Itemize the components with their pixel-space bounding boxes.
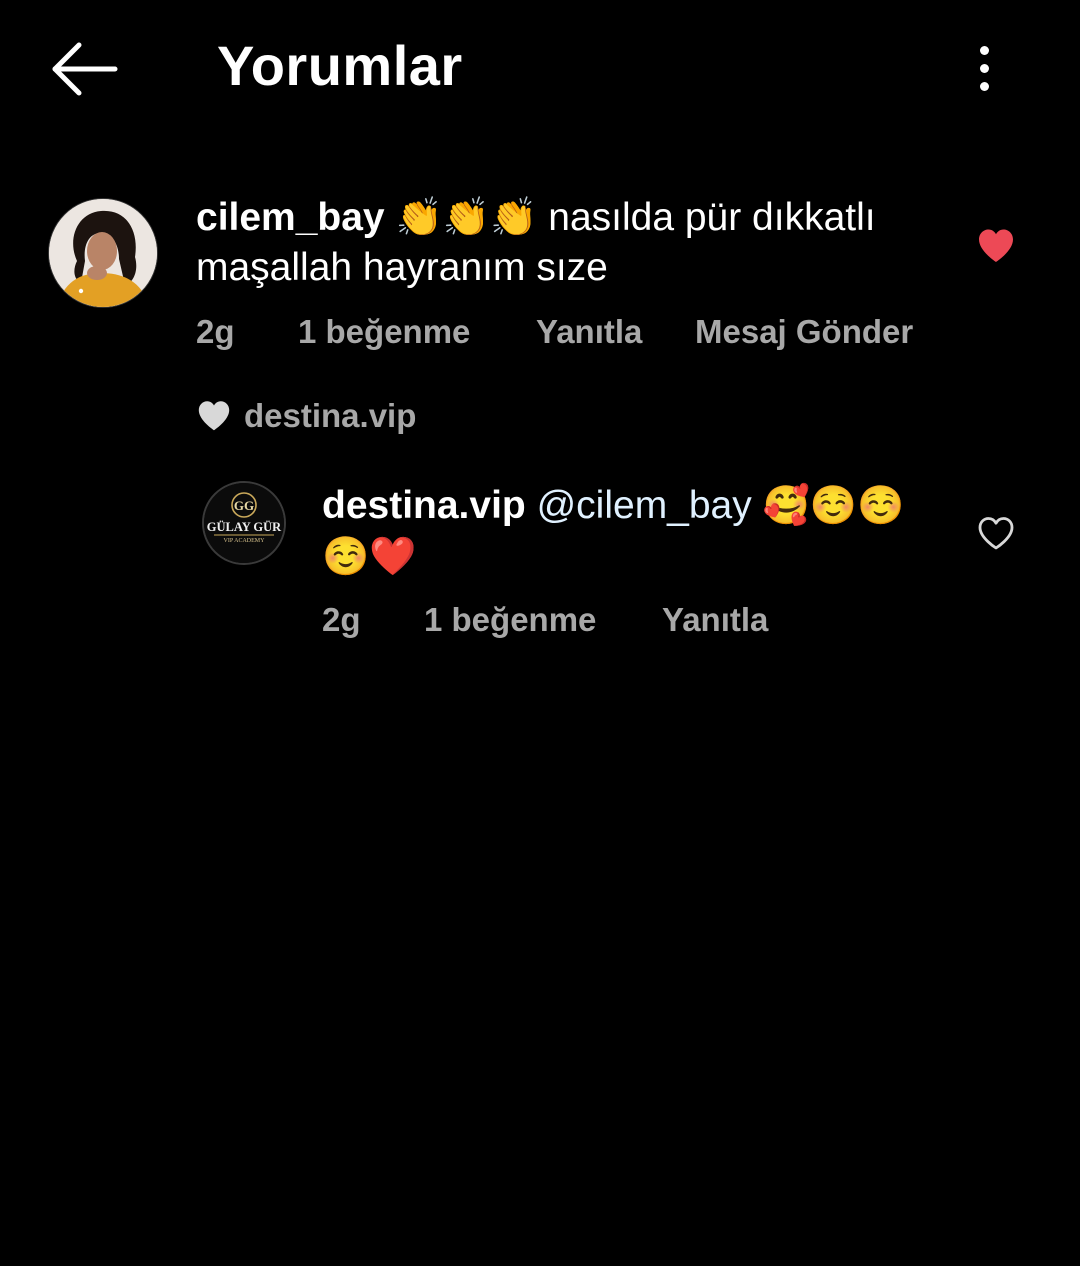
- logo-brand-text: GÜLAY GÜR: [207, 520, 282, 534]
- send-message-button[interactable]: Mesaj Gönder: [695, 312, 913, 352]
- comment-meta: 2g 1 beğenme Yanıtla Mesaj Gönder: [196, 312, 996, 352]
- back-button[interactable]: [44, 36, 124, 102]
- comment-time: 2g: [196, 313, 235, 350]
- heart-icon: [198, 401, 230, 431]
- comment-body: cilem_bay 👏👏👏 nasılda pür dıkkatlı maşal…: [196, 192, 956, 293]
- arrow-left-icon: [52, 42, 118, 96]
- reply-like-button[interactable]: [976, 514, 1016, 554]
- liked-by-username[interactable]: destina.vip: [244, 397, 416, 435]
- avatar-cilem-bay[interactable]: [48, 198, 158, 308]
- more-dot: [979, 63, 989, 73]
- reply-mention[interactable]: @cilem_bay: [537, 484, 752, 527]
- liked-by-author: destina.vip: [196, 396, 416, 436]
- comment-reply-button[interactable]: Yanıtla: [536, 312, 642, 352]
- reply-username[interactable]: destina.vip: [322, 484, 526, 527]
- comment-likes-count[interactable]: 1 beğenme: [298, 312, 470, 352]
- comment-username[interactable]: cilem_bay: [196, 196, 385, 239]
- logo-monogram: GG: [234, 498, 254, 513]
- reply-time: 2g: [322, 601, 361, 638]
- reply-body: destina.vip @cilem_bay 🥰☺️☺️☺️❤️: [322, 480, 942, 582]
- comment-emojis: 👏👏👏: [395, 195, 538, 239]
- heart-outline-icon: [978, 517, 1014, 550]
- more-vertical-icon: [979, 45, 989, 55]
- header-bar: Yorumlar: [0, 0, 1080, 140]
- reply-reply-button[interactable]: Yanıtla: [662, 600, 768, 640]
- heart-filled-icon: [979, 229, 1013, 262]
- brand-logo: GG GÜLAY GÜR VIP ACADEMY: [204, 483, 284, 563]
- comment-like-button[interactable]: [976, 226, 1016, 266]
- avatar-destina-vip[interactable]: GG GÜLAY GÜR VIP ACADEMY: [202, 481, 286, 565]
- reply-meta: 2g 1 beğenme Yanıtla: [322, 600, 922, 640]
- more-options-button[interactable]: [960, 36, 1008, 100]
- profile-photo: [49, 199, 157, 307]
- page-title: Yorumlar: [217, 34, 463, 97]
- more-dot: [979, 81, 989, 91]
- logo-subtitle: VIP ACADEMY: [224, 538, 266, 544]
- reply-likes-count[interactable]: 1 beğenme: [424, 600, 596, 640]
